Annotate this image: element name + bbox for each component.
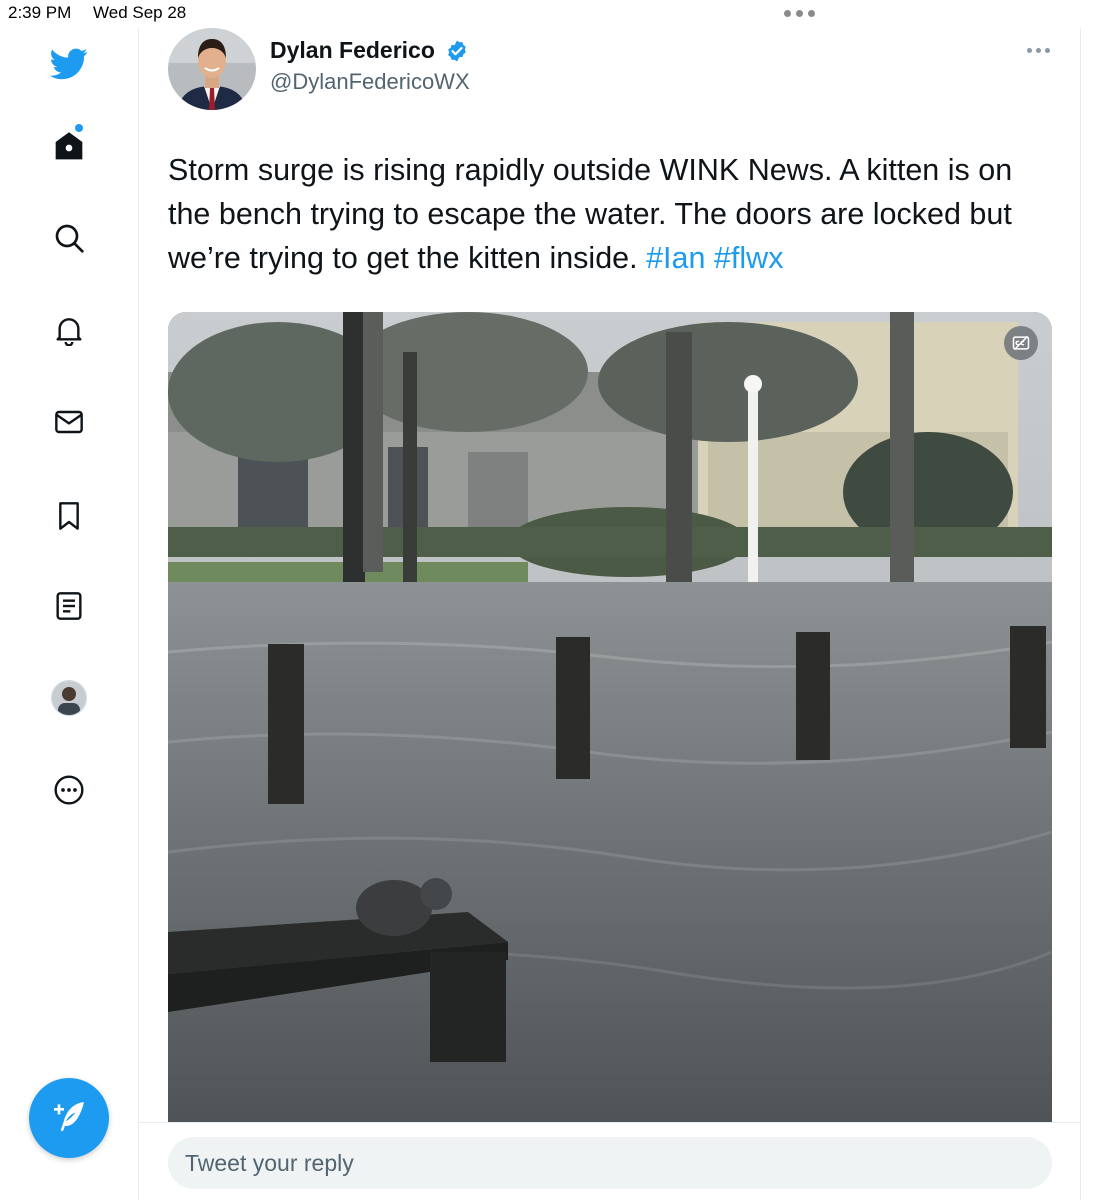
twitter-bird-icon[interactable]: [44, 39, 94, 89]
lists-icon: [56, 592, 82, 620]
search-icon: [55, 224, 84, 253]
profile-avatar: [51, 680, 87, 716]
notification-dot: [75, 124, 83, 132]
bookmark-icon: [59, 502, 79, 530]
sidebar-item-notifications[interactable]: [44, 305, 94, 355]
hashtag-ian[interactable]: #Ian: [646, 241, 705, 275]
sidebar-item-profile[interactable]: [44, 673, 94, 723]
sidebar-item-bookmarks[interactable]: [44, 491, 94, 541]
hashtag-flwx[interactable]: #flwx: [714, 241, 784, 275]
home-icon: [55, 132, 83, 160]
status-date: Wed Sep 28: [93, 3, 187, 22]
column-divider: [1080, 28, 1081, 1200]
reply-input[interactable]: [168, 1137, 1052, 1189]
status-time: 2:39 PM: [8, 3, 72, 22]
more-circle-icon: [54, 775, 84, 805]
sidebar-nav: [0, 28, 139, 1200]
multitasking-dots-icon[interactable]: [784, 10, 818, 18]
tweet-video[interactable]: [168, 312, 1052, 1128]
reply-bar: [139, 1122, 1080, 1201]
status-bar: 2:39 PM Wed Sep 28: [0, 0, 1096, 28]
sidebar-item-messages[interactable]: [44, 397, 94, 447]
compose-tweet-button[interactable]: [29, 1078, 109, 1158]
tweet-body: Storm surge is rising rapidly outside WI…: [168, 153, 1013, 275]
author-name[interactable]: Dylan Federico: [270, 37, 435, 64]
sidebar-item-search[interactable]: [44, 213, 94, 263]
tweet-more-icon[interactable]: [1027, 48, 1051, 54]
sidebar-item-more[interactable]: [44, 765, 94, 815]
author-avatar[interactable]: [168, 28, 256, 110]
tweet-text: Storm surge is rising rapidly outside WI…: [168, 148, 1058, 280]
flood-scene-image: [168, 312, 1052, 1128]
sidebar-item-home[interactable]: [44, 121, 94, 171]
mail-icon: [55, 410, 83, 434]
bell-icon: [56, 318, 82, 346]
verified-badge-icon: [448, 40, 466, 62]
sidebar-item-lists[interactable]: [44, 581, 94, 631]
compose-feather-icon: [54, 1102, 84, 1132]
tweet-detail: Dylan Federico @DylanFedericoWX Storm su…: [139, 28, 1080, 1200]
closed-captions-icon[interactable]: [1004, 326, 1038, 360]
author-handle[interactable]: @DylanFedericoWX: [270, 69, 470, 95]
